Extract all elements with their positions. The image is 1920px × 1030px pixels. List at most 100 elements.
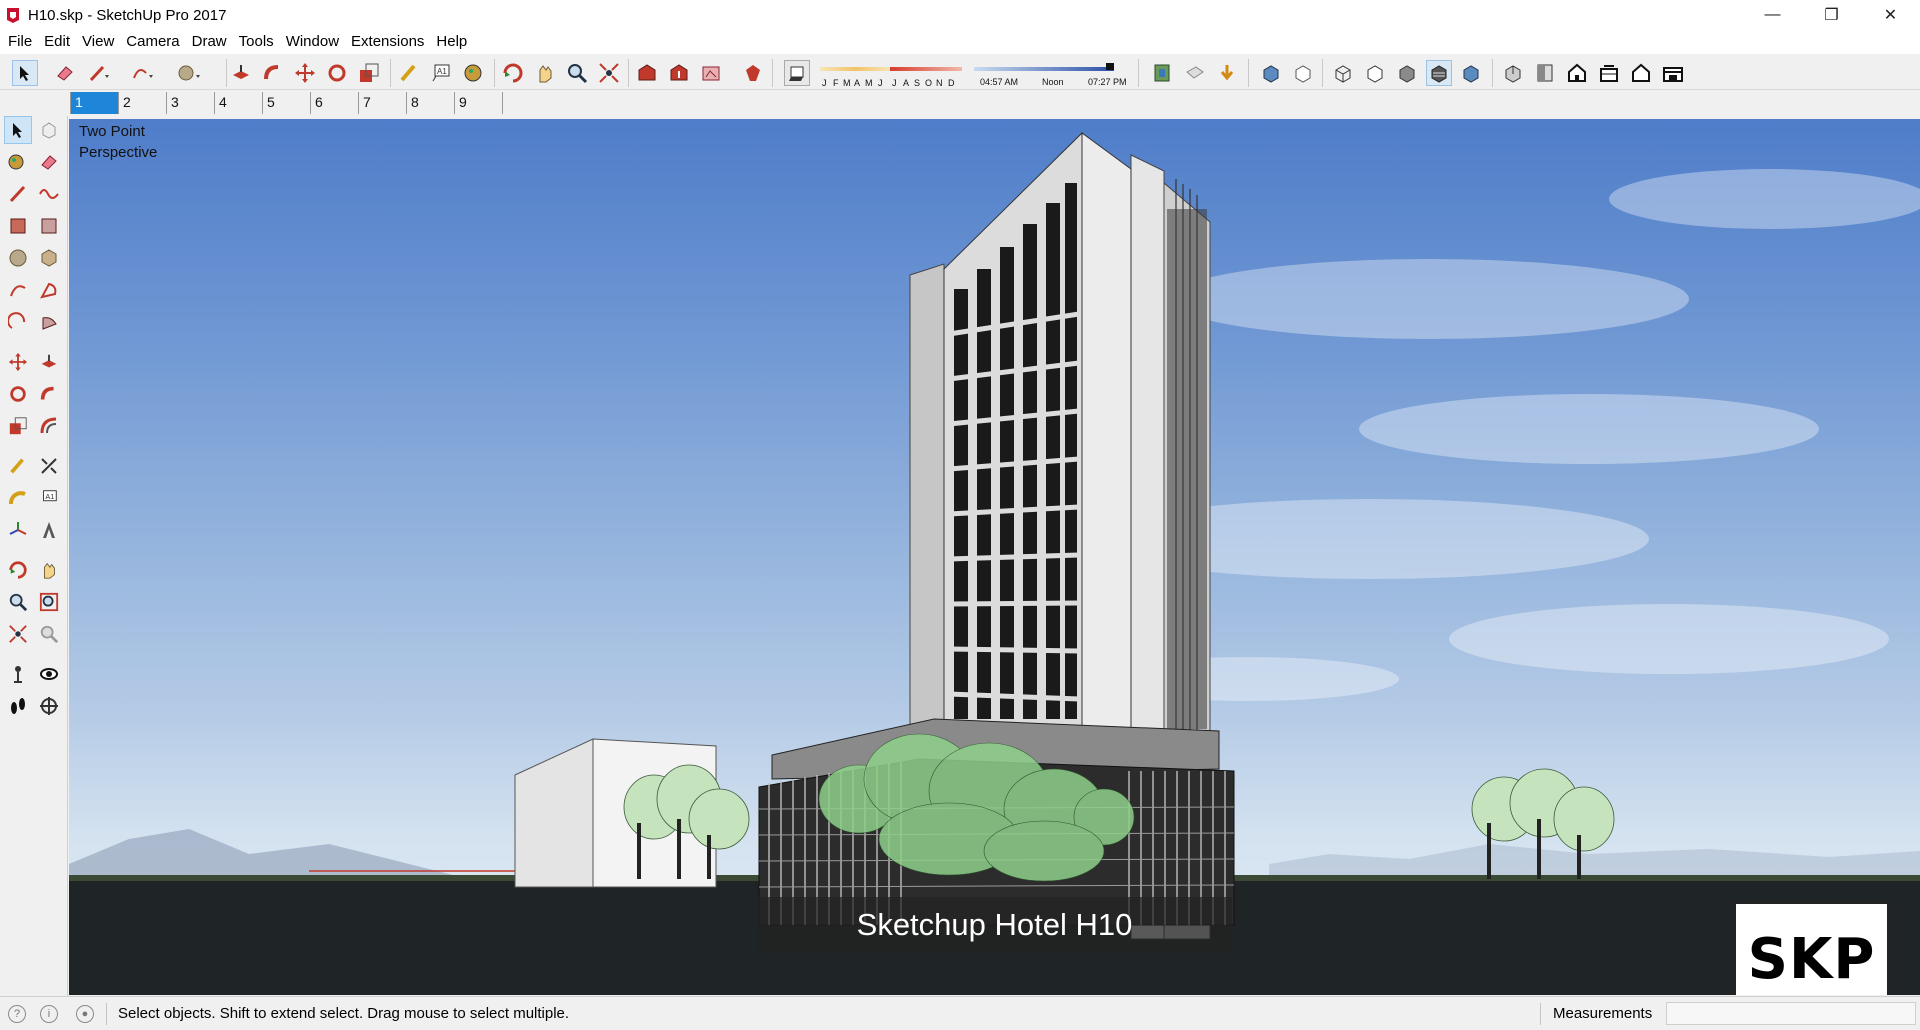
warehouse-icon[interactable] <box>634 60 660 86</box>
push-pull-tool-icon[interactable] <box>35 348 63 376</box>
back-view-icon[interactable] <box>1628 60 1654 86</box>
rotate-tool-icon[interactable] <box>324 60 350 86</box>
text-tool-icon[interactable]: A1 <box>428 60 454 86</box>
monochrome-style-icon[interactable] <box>1458 60 1484 86</box>
menu-draw[interactable]: Draw <box>186 30 233 54</box>
move-tool-icon[interactable] <box>292 60 318 86</box>
dimension-tool-icon[interactable] <box>35 452 63 480</box>
close-button[interactable]: ✕ <box>1861 0 1920 30</box>
zoom-extents-tool-icon[interactable] <box>596 60 622 86</box>
push-pull-tool-icon[interactable] <box>228 60 254 86</box>
eraser-tool-icon[interactable] <box>35 148 63 176</box>
follow-me-tool-icon[interactable] <box>260 60 286 86</box>
rotated-rectangle-tool-icon[interactable] <box>35 212 63 240</box>
share-component-icon[interactable] <box>698 60 724 86</box>
move-tool-icon[interactable] <box>4 348 32 376</box>
shaded-textures-style-icon[interactable] <box>1426 60 1452 86</box>
display-section-planes-icon[interactable] <box>1182 60 1208 86</box>
scene-tab-2[interactable]: 2 <box>118 92 166 114</box>
menu-camera[interactable]: Camera <box>120 30 185 54</box>
left-view-icon[interactable] <box>1660 60 1686 86</box>
scene-tab-3[interactable]: 3 <box>166 92 214 114</box>
circle-tool-icon[interactable] <box>4 244 32 272</box>
section-plane-icon[interactable] <box>1150 60 1176 86</box>
scene-tab-7[interactable]: 7 <box>358 92 406 114</box>
top-view-icon[interactable] <box>1532 60 1558 86</box>
select-tool-icon[interactable] <box>4 116 32 144</box>
scene-tab-1[interactable]: 1 <box>70 92 118 114</box>
zoom-extents-tool-icon[interactable] <box>4 620 32 648</box>
offset-tool-icon[interactable] <box>35 412 63 440</box>
2-point-arc-tool-icon[interactable] <box>35 276 63 304</box>
user-account-icon[interactable]: ● <box>76 1005 94 1023</box>
make-component-icon[interactable] <box>35 116 63 144</box>
axes-tool-icon[interactable] <box>4 516 32 544</box>
shaded-style-icon[interactable] <box>1394 60 1420 86</box>
paint-bucket-tool-icon[interactable] <box>460 60 486 86</box>
menu-edit[interactable]: Edit <box>38 30 76 54</box>
measurements-input[interactable] <box>1666 1002 1916 1025</box>
scene-tab-5[interactable]: 5 <box>262 92 310 114</box>
scene-tab-8[interactable]: 8 <box>406 92 454 114</box>
menu-file[interactable]: File <box>2 30 38 54</box>
front-view-icon[interactable] <box>1564 60 1590 86</box>
freehand-tool-icon[interactable] <box>35 180 63 208</box>
3d-text-tool-icon[interactable] <box>35 516 63 544</box>
shapes-tool-icon[interactable] <box>176 60 202 86</box>
pie-tool-icon[interactable] <box>35 308 63 336</box>
section-plane-tool-icon[interactable] <box>35 692 63 720</box>
maximize-button[interactable]: ❐ <box>1802 0 1861 30</box>
scene-tab-6[interactable]: 6 <box>310 92 358 114</box>
rotate-tool-icon[interactable] <box>4 380 32 408</box>
rectangle-tool-icon[interactable] <box>4 212 32 240</box>
pan-tool-icon[interactable] <box>35 556 63 584</box>
scene-tab-4[interactable]: 4 <box>214 92 262 114</box>
zoom-window-tool-icon[interactable] <box>35 588 63 616</box>
right-view-icon[interactable] <box>1596 60 1622 86</box>
arc-tool-icon[interactable] <box>4 276 32 304</box>
line-tool-icon[interactable] <box>4 180 32 208</box>
polygon-tool-icon[interactable] <box>35 244 63 272</box>
follow-me-tool-icon[interactable] <box>35 380 63 408</box>
zoom-tool-icon[interactable] <box>564 60 590 86</box>
menu-extensions[interactable]: Extensions <box>345 30 430 54</box>
text-tool-icon[interactable]: A1 <box>35 484 63 512</box>
tape-measure-tool-icon[interactable] <box>396 60 422 86</box>
minimize-button[interactable]: — <box>1743 0 1802 30</box>
menu-view[interactable]: View <box>76 30 120 54</box>
wireframe-style-icon[interactable] <box>1330 60 1356 86</box>
menu-tools[interactable]: Tools <box>233 30 280 54</box>
arc-tool-icon[interactable] <box>130 60 156 86</box>
shadow-sliders[interactable] <box>810 58 1130 78</box>
credits-icon[interactable]: i <box>40 1005 58 1023</box>
geolocation-icon[interactable]: ? <box>8 1005 26 1023</box>
line-tool-icon[interactable] <box>86 60 112 86</box>
back-edges-style-icon[interactable] <box>1290 60 1316 86</box>
walk-tool-icon[interactable] <box>4 692 32 720</box>
share-model-icon[interactable] <box>666 60 692 86</box>
select-tool-icon[interactable] <box>12 60 38 86</box>
scale-tool-icon[interactable] <box>356 60 382 86</box>
orbit-tool-icon[interactable] <box>4 556 32 584</box>
iso-view-icon[interactable] <box>1500 60 1526 86</box>
eraser-tool-icon[interactable] <box>52 60 78 86</box>
display-section-cuts-icon[interactable] <box>1214 60 1240 86</box>
protractor-tool-icon[interactable] <box>4 484 32 512</box>
menu-help[interactable]: Help <box>430 30 473 54</box>
zoom-tool-icon[interactable] <box>4 588 32 616</box>
paint-bucket-tool-icon[interactable] <box>4 148 32 176</box>
tape-measure-tool-icon[interactable] <box>4 452 32 480</box>
model-viewport[interactable]: Two Point Perspective Sketchup Hotel H10… <box>69 119 1920 995</box>
orbit-tool-icon[interactable] <box>500 60 526 86</box>
previous-view-icon[interactable] <box>35 620 63 648</box>
3-point-arc-tool-icon[interactable] <box>4 308 32 336</box>
menu-window[interactable]: Window <box>280 30 345 54</box>
extension-warehouse-icon[interactable] <box>740 60 766 86</box>
look-around-tool-icon[interactable] <box>35 660 63 688</box>
xray-style-icon[interactable] <box>1258 60 1284 86</box>
position-camera-tool-icon[interactable] <box>4 660 32 688</box>
scale-tool-icon[interactable] <box>4 412 32 440</box>
shadows-toggle-icon[interactable] <box>784 60 810 86</box>
scene-tab-9[interactable]: 9 <box>454 92 502 114</box>
pan-tool-icon[interactable] <box>532 60 558 86</box>
